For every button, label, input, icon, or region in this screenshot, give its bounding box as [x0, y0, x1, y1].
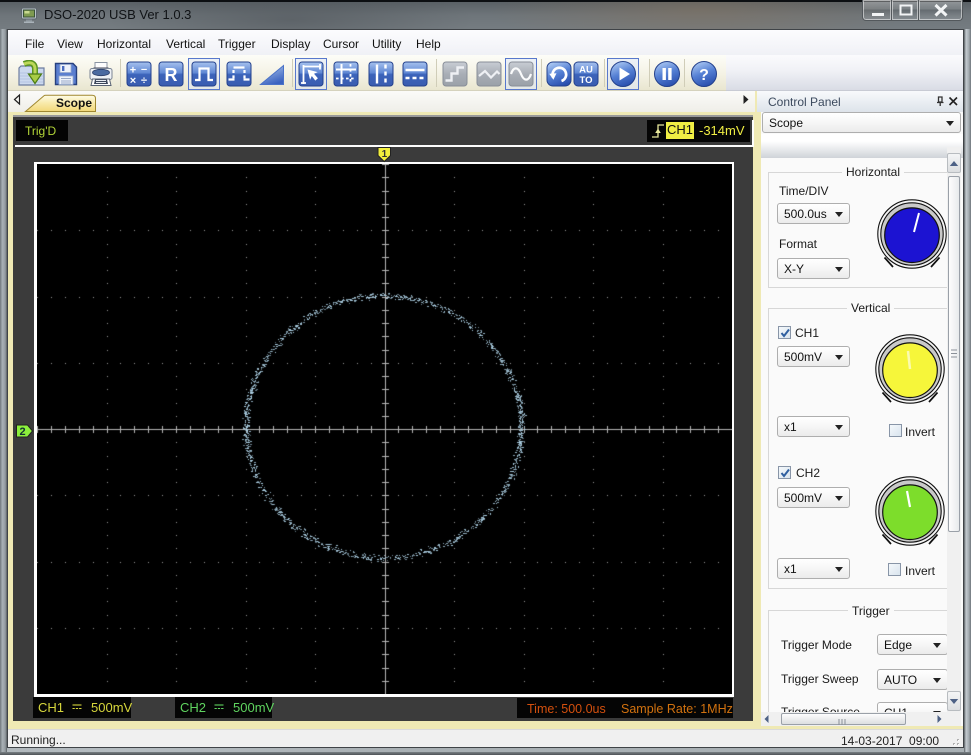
svg-text:–: – [140, 64, 146, 76]
svg-text:R: R [165, 65, 178, 85]
svg-text:÷: ÷ [140, 75, 146, 87]
svg-text:AU: AU [579, 65, 593, 76]
svg-text:TO: TO [579, 75, 592, 86]
svg-text:2: 2 [19, 426, 25, 438]
svg-text:×: × [129, 75, 135, 87]
svg-text:1: 1 [382, 149, 388, 160]
svg-text:?: ? [699, 67, 709, 84]
